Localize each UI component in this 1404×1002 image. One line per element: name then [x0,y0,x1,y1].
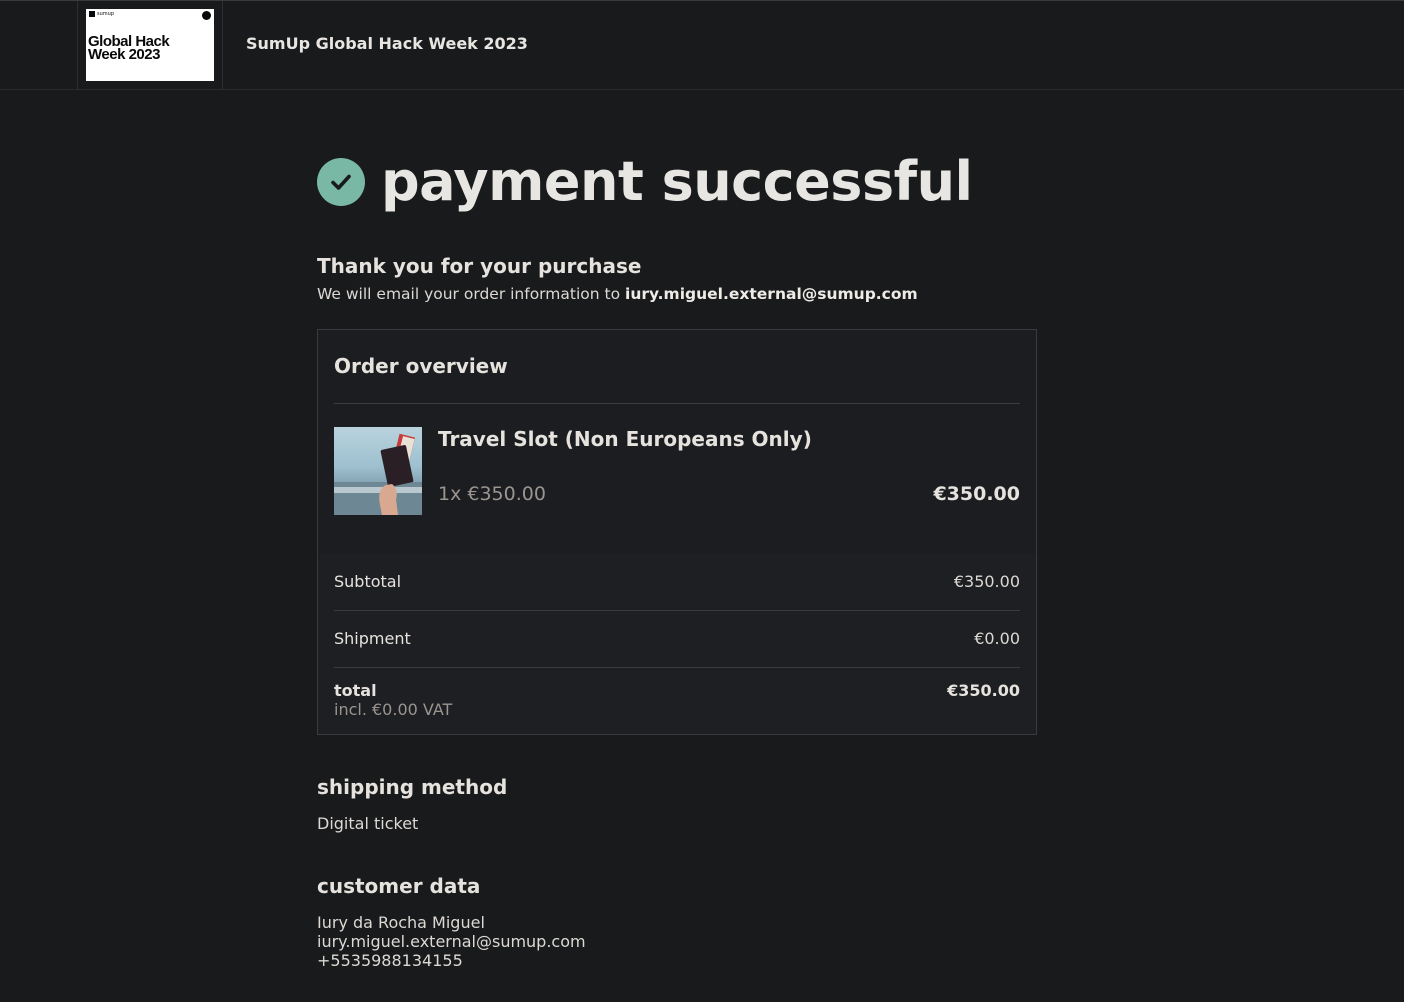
thanks-heading: Thank you for your purchase [317,254,642,278]
total-value: €350.00 [947,681,1020,700]
product-line-total: €350.00 [933,483,1020,505]
shipment-label: Shipment [334,629,411,648]
total-row: total €350.00 [334,681,1020,700]
customer-email: iury.miguel.external@sumup.com [317,932,586,951]
page-title: payment successful [381,150,973,213]
customer-phone: +5535988134155 [317,951,463,970]
shipment-value: €0.00 [974,629,1020,648]
product-name: Travel Slot (Non Europeans Only) [438,427,812,451]
email-note: We will email your order information to … [317,285,918,303]
vat-note: incl. €0.00 VAT [334,700,453,719]
logo-link[interactable]: sumup Global Hack Week 2023 [77,1,223,90]
subtotal-value: €350.00 [953,572,1020,591]
confirmation-email: iury.miguel.external@sumup.com [625,285,918,303]
product-image [334,427,422,515]
logo-badge-icon [202,11,211,20]
order-overview-card: Order overview Travel Slot (Non European… [317,329,1037,735]
customer-name: Iury da Rocha Miguel [317,913,485,932]
product-quantity-price: 1x €350.00 [438,483,546,505]
shipping-method-heading: shipping method [317,775,508,799]
subtotal-row: Subtotal €350.00 [334,572,1020,591]
order-overview-heading: Order overview [334,354,508,378]
sumup-logo-icon [89,11,95,17]
event-logo: sumup Global Hack Week 2023 [86,9,214,81]
site-title[interactable]: SumUp Global Hack Week 2023 [246,34,528,53]
divider [334,403,1020,404]
divider [334,667,1020,668]
check-circle-icon [317,157,365,206]
logo-brand: sumup [97,11,114,17]
top-bar: sumup Global Hack Week 2023 SumUp Global… [0,0,1404,90]
shipment-row: Shipment €0.00 [334,629,1020,648]
totals-section: Subtotal €350.00 Shipment €0.00 total €3… [318,554,1036,734]
logo-text: Global Hack Week 2023 [88,33,170,63]
total-label: total [334,681,377,700]
customer-data-heading: customer data [317,874,481,898]
divider [334,610,1020,611]
subtotal-label: Subtotal [334,572,402,591]
payment-status: payment successful [317,150,973,213]
shipping-method-value: Digital ticket [317,814,419,833]
